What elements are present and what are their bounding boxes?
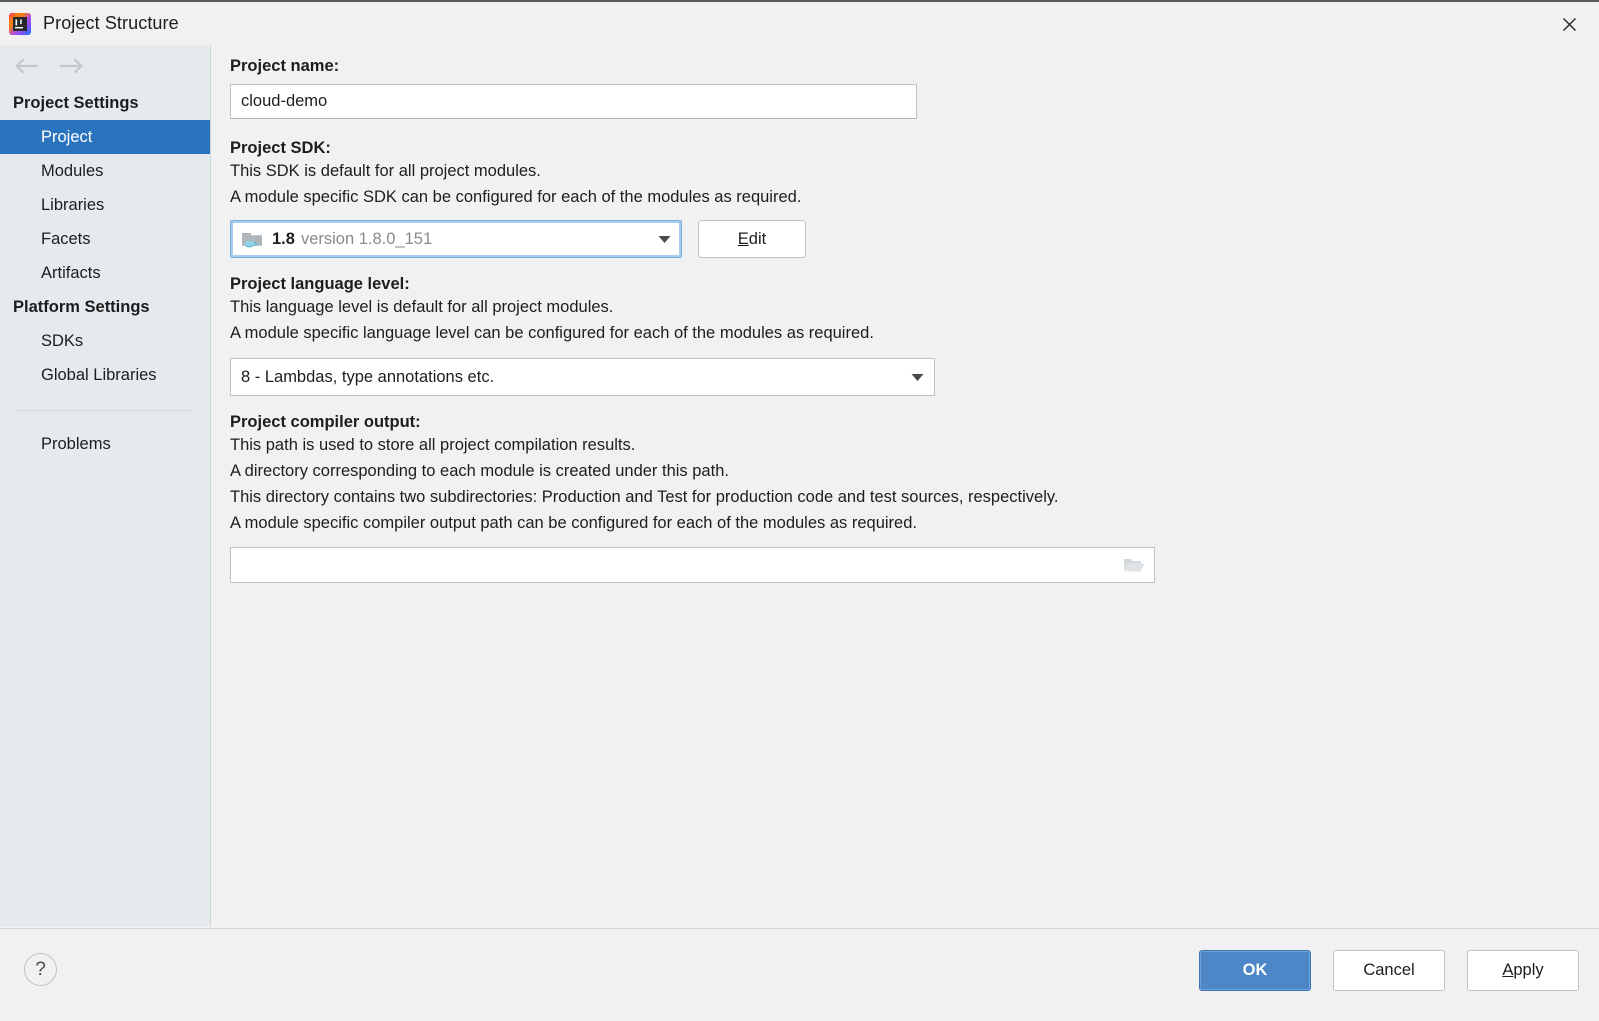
- sidebar-item-artifacts[interactable]: Artifacts: [0, 256, 210, 290]
- project-structure-dialog: Project Structure Project Settings Proje…: [0, 0, 1599, 1021]
- sidebar-navigation: [0, 45, 210, 86]
- project-name-value: cloud-demo: [241, 92, 327, 111]
- close-glyph: [1561, 16, 1578, 33]
- sidebar-group-project-settings: Project Settings: [0, 86, 210, 120]
- apply-button[interactable]: Apply: [1467, 950, 1579, 991]
- dialog-title: Project Structure: [43, 13, 179, 34]
- close-icon[interactable]: [1553, 8, 1585, 40]
- intellij-idea-logo-icon: [9, 13, 31, 35]
- sidebar-item-facets[interactable]: Facets: [0, 222, 210, 256]
- compiler-output-description-3: This directory contains two subdirectori…: [230, 484, 1599, 510]
- sidebar-item-libraries[interactable]: Libraries: [0, 188, 210, 222]
- folder-open-icon[interactable]: [1122, 554, 1146, 576]
- language-level-combobox[interactable]: 8 - Lambdas, type annotations etc.: [230, 358, 935, 396]
- edit-button-mnemonic: E: [738, 230, 749, 249]
- sidebar-item-sdks[interactable]: SDKs: [0, 324, 210, 358]
- settings-sidebar: Project Settings Project Modules Librari…: [0, 45, 211, 927]
- project-sdk-description-1: This SDK is default for all project modu…: [230, 158, 1599, 184]
- folder-open-glyph: [1123, 556, 1145, 574]
- language-level-description-1: This language level is default for all p…: [230, 294, 1599, 320]
- apply-button-mnemonic: A: [1502, 961, 1513, 980]
- sidebar-divider: [16, 410, 194, 411]
- dialog-footer: ? OK Cancel Apply: [0, 928, 1599, 1021]
- arrow-right-icon[interactable]: [58, 54, 86, 78]
- sidebar-group-platform-settings: Platform Settings: [0, 290, 210, 324]
- sidebar-item-modules[interactable]: Modules: [0, 154, 210, 188]
- java-sdk-folder-icon: [241, 229, 263, 249]
- project-sdk-combobox[interactable]: 1.8 version 1.8.0_151: [230, 220, 682, 258]
- project-sdk-name: 1.8: [272, 230, 295, 249]
- chevron-down-glyph: [911, 373, 924, 382]
- ij-glyph: [15, 19, 25, 29]
- compiler-output-description-2: A directory corresponding to each module…: [230, 458, 1599, 484]
- dialog-action-buttons: OK Cancel Apply: [1199, 950, 1579, 991]
- sidebar-item-global-libraries[interactable]: Global Libraries: [0, 358, 210, 392]
- compiler-output-description-4: A module specific compiler output path c…: [230, 510, 1599, 536]
- sidebar-item-problems[interactable]: Problems: [0, 427, 210, 461]
- arrow-left-glyph: [13, 57, 39, 75]
- project-settings-panel: Project name: cloud-demo Project SDK: Th…: [212, 45, 1599, 927]
- sidebar-item-project[interactable]: Project: [0, 120, 210, 154]
- help-glyph: ?: [35, 959, 46, 981]
- language-level-label: Project language level:: [230, 275, 1599, 294]
- arrow-right-glyph: [59, 57, 85, 75]
- language-level-value: 8 - Lambdas, type annotations etc.: [241, 368, 494, 387]
- ok-button[interactable]: OK: [1199, 950, 1311, 991]
- arrow-left-icon[interactable]: [12, 54, 40, 78]
- project-sdk-version: version 1.8.0_151: [301, 230, 432, 249]
- compiler-output-label: Project compiler output:: [230, 413, 1599, 432]
- edit-button-rest: dit: [749, 230, 766, 249]
- compiler-output-description-1: This path is used to store all project c…: [230, 432, 1599, 458]
- help-icon[interactable]: ?: [24, 953, 57, 986]
- project-sdk-row: 1.8 version 1.8.0_151 Edit: [230, 220, 1599, 258]
- chevron-down-icon: [655, 230, 673, 248]
- cancel-button[interactable]: Cancel: [1333, 950, 1445, 991]
- compiler-output-input[interactable]: [230, 547, 1155, 583]
- dialog-titlebar: Project Structure: [0, 2, 1599, 45]
- edit-sdk-button[interactable]: Edit: [698, 220, 806, 258]
- project-name-label: Project name:: [230, 57, 1599, 76]
- project-name-input[interactable]: cloud-demo: [230, 84, 917, 119]
- project-sdk-description-2: A module specific SDK can be configured …: [230, 184, 1599, 210]
- chevron-down-icon: [908, 368, 926, 386]
- chevron-down-glyph: [658, 235, 671, 244]
- language-level-description-2: A module specific language level can be …: [230, 320, 1599, 346]
- apply-button-rest: pply: [1513, 961, 1543, 980]
- project-sdk-label: Project SDK:: [230, 139, 1599, 158]
